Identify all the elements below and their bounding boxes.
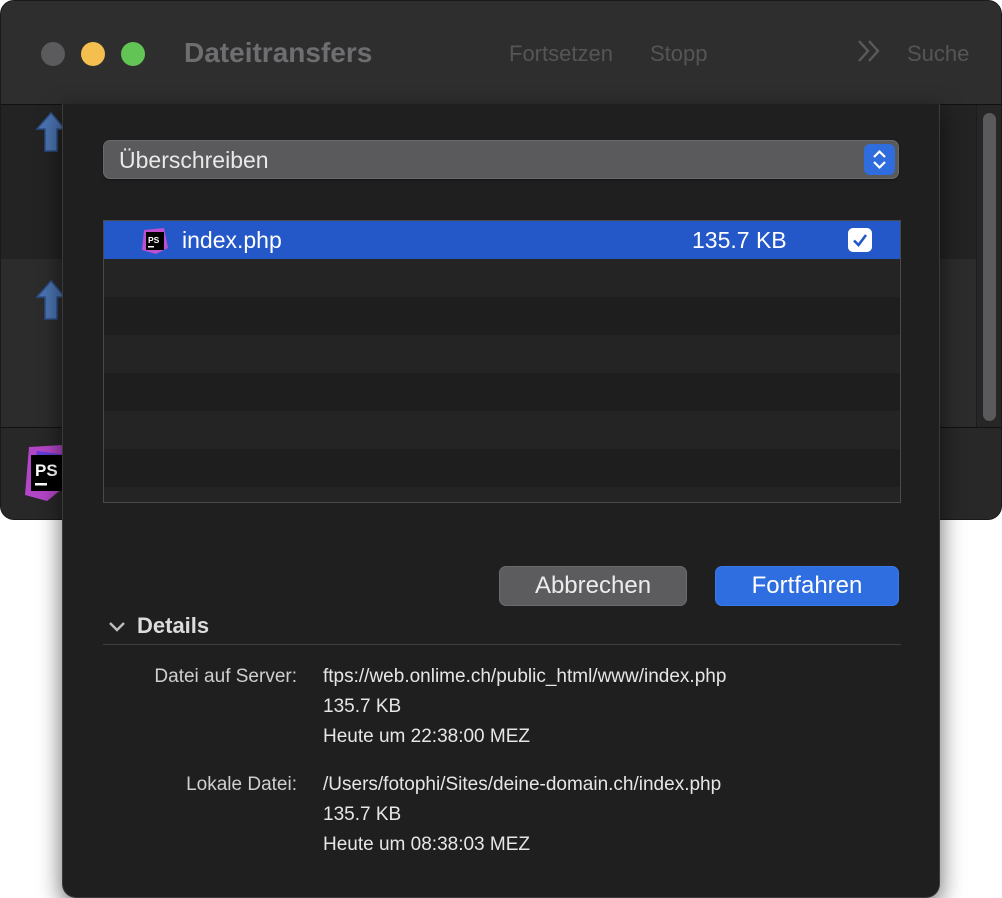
empty-row — [104, 411, 900, 449]
action-popup-value: Überschreiben — [119, 147, 269, 173]
local-file-size: 135.7 KB — [323, 804, 402, 825]
server-file-modified: Heute um 22:38:00 MEZ — [323, 726, 530, 747]
local-file-label: Lokale Datei: — [186, 774, 297, 795]
chevron-down-icon[interactable] — [107, 620, 127, 634]
scrollbar-thumb[interactable] — [983, 113, 996, 421]
titlebar: Dateitransfers Fortsetzen Stopp Suche — [1, 1, 1001, 105]
empty-row — [104, 487, 900, 502]
search-button[interactable]: Suche — [907, 41, 969, 67]
details-heading[interactable]: Details — [137, 613, 209, 639]
file-name: index.php — [182, 227, 282, 253]
file-checkbox[interactable] — [848, 228, 872, 252]
overwrite-sheet: Überschreiben PS index.php 135.7 KB Abbr… — [62, 104, 940, 898]
server-file-size: 135.7 KB — [323, 696, 402, 717]
action-popup[interactable]: Überschreiben — [103, 140, 899, 179]
svg-text:PS: PS — [35, 461, 58, 480]
empty-row — [104, 297, 900, 335]
local-file-path: /Users/fotophi/Sites/deine-domain.ch/ind… — [323, 774, 722, 795]
file-list: PS index.php 135.7 KB — [103, 220, 901, 503]
minimize-window-button[interactable] — [81, 42, 105, 66]
up-down-chevron-icon[interactable] — [864, 144, 895, 175]
resume-button[interactable]: Fortsetzen — [509, 41, 613, 67]
file-size: 135.7 KB — [692, 227, 787, 253]
server-file-path: ftps://web.onlime.ch/public_html/www/ind… — [323, 666, 727, 687]
empty-row — [104, 259, 900, 297]
phpstorm-icon: PS — [142, 228, 168, 254]
divider — [103, 644, 901, 645]
close-window-button[interactable] — [41, 42, 65, 66]
empty-row — [104, 373, 900, 411]
stop-button[interactable]: Stopp — [650, 41, 708, 67]
chevrons-right-icon[interactable] — [856, 37, 884, 65]
empty-row — [104, 335, 900, 373]
cancel-button[interactable]: Abbrechen — [499, 566, 687, 606]
list-item[interactable]: PS index.php 135.7 KB — [104, 221, 900, 259]
continue-button[interactable]: Fortfahren — [715, 566, 899, 606]
local-file-modified: Heute um 08:38:03 MEZ — [323, 834, 530, 855]
empty-row — [104, 449, 900, 487]
zoom-window-button[interactable] — [121, 42, 145, 66]
svg-text:PS: PS — [148, 235, 160, 245]
window-title: Dateitransfers — [184, 37, 373, 68]
server-file-label: Datei auf Server: — [154, 666, 297, 687]
